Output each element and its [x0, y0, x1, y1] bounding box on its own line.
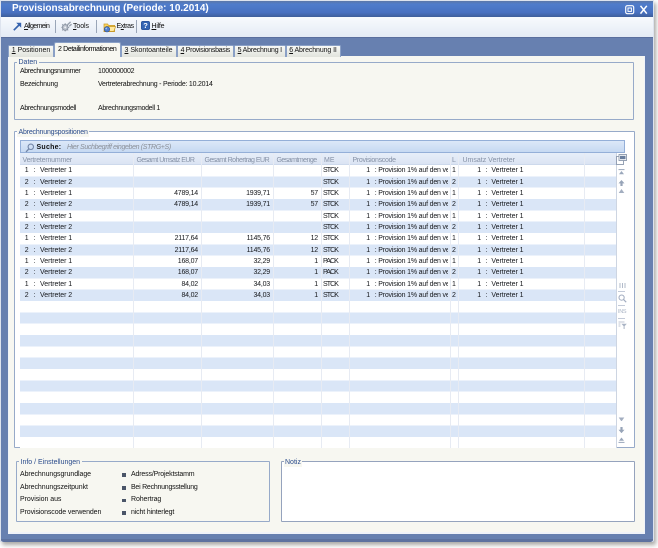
svg-text:?: ?	[143, 21, 148, 30]
